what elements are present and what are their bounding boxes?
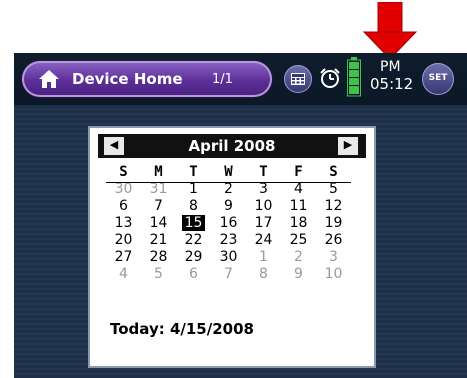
calendar-week-row: 4 5 6 7 8 9 10 bbox=[106, 266, 351, 283]
prev-month-icon: ◀ bbox=[109, 138, 119, 151]
calendar-day[interactable]: 13 bbox=[106, 215, 141, 232]
calendar-week-row: 6 7 8 9 10 11 12 bbox=[106, 198, 351, 215]
home-icon bbox=[39, 70, 59, 88]
month-title: April 2008 bbox=[188, 137, 276, 155]
device-home-button[interactable]: Device Home 1/1 bbox=[22, 61, 272, 97]
calendar-week-row: 13 14 15 16 17 18 19 bbox=[106, 215, 351, 232]
status-bar: Device Home 1/1 PM 05:12 SET bbox=[14, 53, 467, 105]
selected-day-number: 15 bbox=[181, 215, 206, 231]
calendar-week-row: 20 21 22 23 24 25 26 bbox=[106, 232, 351, 249]
battery-icon bbox=[347, 57, 361, 97]
calendar-day[interactable]: 27 bbox=[106, 249, 141, 266]
calendar-day[interactable]: 10 bbox=[316, 266, 351, 283]
calendar-day[interactable]: 18 bbox=[281, 215, 316, 232]
weekday-divider bbox=[106, 182, 351, 183]
calendar-day[interactable]: 6 bbox=[176, 266, 211, 283]
prev-month-button[interactable]: ◀ bbox=[104, 137, 124, 155]
clock-ampm: PM bbox=[380, 59, 401, 75]
calendar-day[interactable]: 24 bbox=[246, 232, 281, 249]
calendar-day[interactable]: 22 bbox=[176, 232, 211, 249]
calendar-day-selected[interactable]: 15 bbox=[176, 215, 211, 232]
annotation-arrow bbox=[362, 2, 418, 60]
calendar-day[interactable]: 4 bbox=[281, 181, 316, 198]
alarm-clock-icon[interactable] bbox=[319, 67, 341, 89]
weekday-label: W bbox=[224, 164, 233, 180]
calendar-day[interactable]: 3 bbox=[246, 181, 281, 198]
today-label[interactable]: Today: 4/15/2008 bbox=[110, 320, 254, 338]
calendar-day[interactable]: 1 bbox=[176, 181, 211, 198]
calendar-day[interactable]: 28 bbox=[141, 249, 176, 266]
calendar-day[interactable]: 5 bbox=[316, 181, 351, 198]
calendar-day[interactable]: 11 bbox=[281, 198, 316, 215]
calendar-week-row: 30 31 1 2 3 4 5 bbox=[106, 181, 351, 198]
calendar-header: ◀ April 2008 ▶ bbox=[98, 134, 366, 158]
calendar-day[interactable]: 9 bbox=[211, 198, 246, 215]
calendar-day[interactable]: 9 bbox=[281, 266, 316, 283]
calendar-week-row: 27 28 29 30 1 2 3 bbox=[106, 249, 351, 266]
calculator-button[interactable] bbox=[284, 65, 312, 93]
calendar-day[interactable]: 2 bbox=[281, 249, 316, 266]
calendar-day[interactable]: 3 bbox=[316, 249, 351, 266]
next-month-button[interactable]: ▶ bbox=[338, 137, 358, 155]
settings-button[interactable]: SET bbox=[422, 63, 454, 95]
calendar-day[interactable]: 31 bbox=[141, 181, 176, 198]
calendar-day[interactable]: 16 bbox=[211, 215, 246, 232]
calendar-day[interactable]: 23 bbox=[211, 232, 246, 249]
calendar-day[interactable]: 21 bbox=[141, 232, 176, 249]
calendar-day[interactable]: 30 bbox=[106, 181, 141, 198]
calendar-day[interactable]: 7 bbox=[141, 198, 176, 215]
weekday-label: M bbox=[154, 164, 163, 180]
calendar-day[interactable]: 19 bbox=[316, 215, 351, 232]
calendar-day[interactable]: 14 bbox=[141, 215, 176, 232]
calendar-day[interactable]: 6 bbox=[106, 198, 141, 215]
weekday-header-row: SMTWTFS bbox=[106, 164, 351, 181]
calendar-day[interactable]: 30 bbox=[211, 249, 246, 266]
calendar-day[interactable]: 8 bbox=[246, 266, 281, 283]
settings-label: SET bbox=[428, 73, 448, 83]
calendar-day[interactable]: 20 bbox=[106, 232, 141, 249]
calendar-day[interactable]: 12 bbox=[316, 198, 351, 215]
weekday-label: S bbox=[329, 164, 338, 180]
calendar-day[interactable]: 10 bbox=[246, 198, 281, 215]
clock-time[interactable]: 05:12 bbox=[370, 75, 413, 93]
calendar-day[interactable]: 25 bbox=[281, 232, 316, 249]
calendar-day[interactable]: 8 bbox=[176, 198, 211, 215]
weekday-label: T bbox=[189, 164, 198, 180]
page-indicator: 1/1 bbox=[212, 72, 233, 87]
device-home-label: Device Home bbox=[72, 70, 183, 88]
calendar-day[interactable]: 2 bbox=[211, 181, 246, 198]
weekday-label: T bbox=[259, 164, 268, 180]
calendar-day[interactable]: 5 bbox=[141, 266, 176, 283]
weekday-label: S bbox=[119, 164, 128, 180]
calculator-icon bbox=[291, 73, 305, 85]
calendar-day[interactable]: 17 bbox=[246, 215, 281, 232]
calendar-day[interactable]: 7 bbox=[211, 266, 246, 283]
calendar-day[interactable]: 26 bbox=[316, 232, 351, 249]
calendar-day[interactable]: 4 bbox=[106, 266, 141, 283]
weekday-label: F bbox=[294, 164, 303, 180]
next-month-icon: ▶ bbox=[343, 138, 353, 151]
calendar-day[interactable]: 1 bbox=[246, 249, 281, 266]
calendar-day[interactable]: 29 bbox=[176, 249, 211, 266]
calendar-widget: ◀ April 2008 ▶ S M T W T F S 30 31 1 2 3 4 5 6 7 8 9 10 11 1… bbox=[90, 128, 374, 366]
